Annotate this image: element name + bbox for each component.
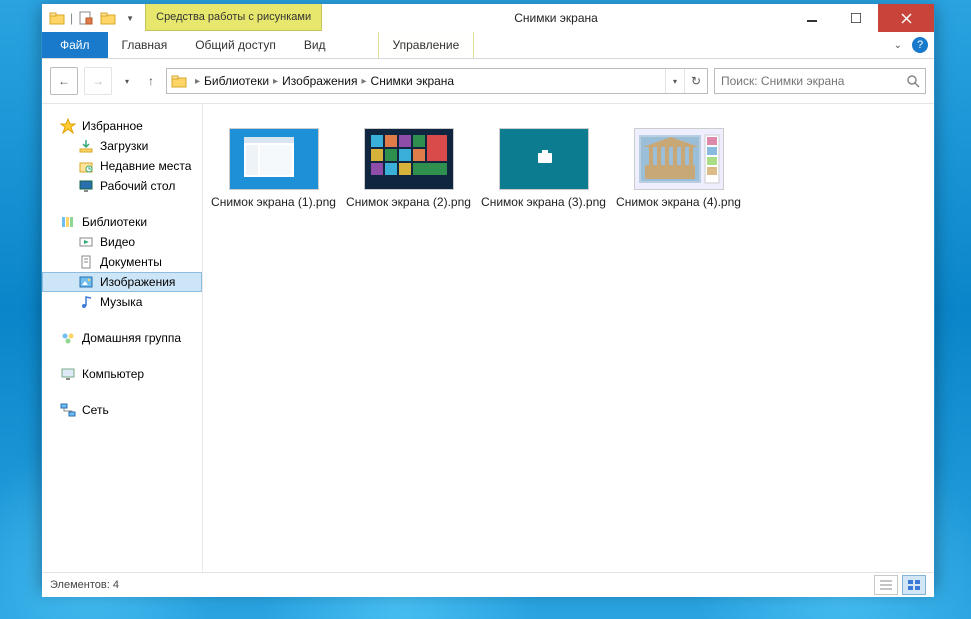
- ribbon-expand-icon[interactable]: ⌄: [894, 40, 902, 51]
- search-input[interactable]: [715, 74, 901, 88]
- titlebar: | ▼ Средства работы с рисунками Снимки э…: [42, 4, 934, 32]
- file-item[interactable]: Снимок экрана (4).png: [616, 122, 741, 210]
- help-icon[interactable]: ?: [912, 37, 928, 53]
- sidebar-item-label: Музыка: [100, 295, 142, 309]
- sidebar-item-music[interactable]: Музыка: [42, 292, 202, 312]
- file-list[interactable]: Снимок экрана (1).png Снимок экрана (2).…: [203, 104, 934, 572]
- file-thumbnail: [364, 128, 454, 190]
- breadcrumb-sep-icon[interactable]: ▸: [269, 76, 282, 87]
- new-folder-icon[interactable]: [99, 9, 117, 27]
- navigation-pane: Избранное Загрузки Недавние места Рабочи…: [42, 104, 203, 572]
- up-button[interactable]: ↑: [142, 68, 160, 94]
- sidebar-label: Компьютер: [82, 367, 144, 381]
- status-item-count: Элементов: 4: [50, 579, 119, 591]
- quick-access-toolbar: | ▼: [42, 4, 145, 32]
- maximize-button[interactable]: [834, 4, 878, 32]
- breadcrumb-sep-icon[interactable]: ▸: [191, 76, 204, 87]
- search-box[interactable]: [714, 68, 926, 94]
- breadcrumb-item[interactable]: Изображения: [282, 74, 357, 88]
- tab-file[interactable]: Файл: [42, 32, 108, 58]
- sidebar-homegroup[interactable]: Домашняя группа: [42, 328, 202, 348]
- view-thumbnails-button[interactable]: [902, 575, 926, 595]
- sidebar-item-label: Рабочий стол: [100, 179, 175, 193]
- breadcrumb[interactable]: ▸ Библиотеки ▸ Изображения ▸ Снимки экра…: [166, 68, 708, 94]
- tab-manage[interactable]: Управление: [378, 32, 475, 58]
- explorer-window: | ▼ Средства работы с рисунками Снимки э…: [41, 3, 935, 587]
- navigation-bar: ← → ▾ ↑ ▸ Библиотеки ▸ Изображения ▸ Сни…: [42, 59, 934, 104]
- network-icon: [60, 402, 76, 418]
- document-icon: [78, 254, 94, 270]
- recent-icon: [78, 158, 94, 174]
- tab-share[interactable]: Общий доступ: [181, 32, 290, 58]
- breadcrumb-item[interactable]: Библиотеки: [204, 74, 269, 88]
- file-thumbnail: [499, 128, 589, 190]
- libraries-icon: [60, 214, 76, 230]
- music-icon: [78, 294, 94, 310]
- desktop-icon: [78, 178, 94, 194]
- history-dropdown-icon[interactable]: ▾: [118, 68, 136, 94]
- computer-icon: [60, 366, 76, 382]
- file-item[interactable]: Снимок экрана (2).png: [346, 122, 471, 210]
- sidebar-computer[interactable]: Компьютер: [42, 364, 202, 384]
- close-button[interactable]: [878, 4, 934, 32]
- sidebar-item-downloads[interactable]: Загрузки: [42, 136, 202, 156]
- sidebar-item-label: Загрузки: [100, 139, 148, 153]
- qat-dropdown-icon[interactable]: ▼: [121, 9, 139, 27]
- minimize-button[interactable]: [790, 4, 834, 32]
- window-title: Снимки экрана: [322, 4, 790, 32]
- tab-view[interactable]: Вид: [290, 32, 340, 58]
- breadcrumb-history-icon[interactable]: ▾: [665, 69, 684, 93]
- sidebar-item-desktop[interactable]: Рабочий стол: [42, 176, 202, 196]
- file-name: Снимок экрана (3).png: [481, 196, 606, 210]
- folder-icon[interactable]: [48, 9, 66, 27]
- sidebar-item-video[interactable]: Видео: [42, 232, 202, 252]
- forward-button: →: [84, 67, 112, 95]
- sidebar-item-documents[interactable]: Документы: [42, 252, 202, 272]
- sidebar-label: Избранное: [82, 119, 143, 133]
- file-item[interactable]: Снимок экрана (3).png: [481, 122, 606, 210]
- star-icon: [60, 118, 76, 134]
- tab-home[interactable]: Главная: [108, 32, 182, 58]
- sidebar-label: Домашняя группа: [82, 331, 181, 345]
- properties-icon[interactable]: [77, 9, 95, 27]
- file-thumbnail: [229, 128, 319, 190]
- sidebar-item-pictures[interactable]: Изображения: [42, 272, 202, 292]
- refresh-icon[interactable]: ↻: [684, 69, 707, 93]
- video-icon: [78, 234, 94, 250]
- sidebar-item-label: Документы: [100, 255, 162, 269]
- sidebar-network[interactable]: Сеть: [42, 400, 202, 420]
- sidebar-item-label: Изображения: [100, 275, 175, 289]
- breadcrumb-folder-icon[interactable]: [167, 73, 191, 89]
- search-icon[interactable]: [901, 74, 925, 88]
- back-button[interactable]: ←: [50, 67, 78, 95]
- homegroup-icon: [60, 330, 76, 346]
- sidebar-item-recent[interactable]: Недавние места: [42, 156, 202, 176]
- status-bar: Элементов: 4: [42, 572, 934, 597]
- view-details-button[interactable]: [874, 575, 898, 595]
- file-item[interactable]: Снимок экрана (1).png: [211, 122, 336, 210]
- file-name: Снимок экрана (1).png: [211, 196, 336, 210]
- sidebar-item-label: Видео: [100, 235, 135, 249]
- contextual-tab-header: Средства работы с рисунками: [145, 4, 322, 32]
- sidebar-label: Сеть: [82, 403, 109, 417]
- file-thumbnail: [634, 128, 724, 190]
- sidebar-favorites[interactable]: Избранное: [42, 116, 202, 136]
- file-name: Снимок экрана (2).png: [346, 196, 471, 210]
- sidebar-item-label: Недавние места: [100, 159, 191, 173]
- sidebar-label: Библиотеки: [82, 215, 147, 229]
- contextual-tab-label: Средства работы с рисунками: [145, 4, 322, 31]
- download-icon: [78, 138, 94, 154]
- ribbon-tabs: Файл Главная Общий доступ Вид Управление…: [42, 32, 934, 59]
- sidebar-libraries[interactable]: Библиотеки: [42, 212, 202, 232]
- file-name: Снимок экрана (4).png: [616, 196, 741, 210]
- breadcrumb-sep-icon[interactable]: ▸: [358, 76, 371, 87]
- pictures-icon: [78, 274, 94, 290]
- breadcrumb-item[interactable]: Снимки экрана: [371, 74, 455, 88]
